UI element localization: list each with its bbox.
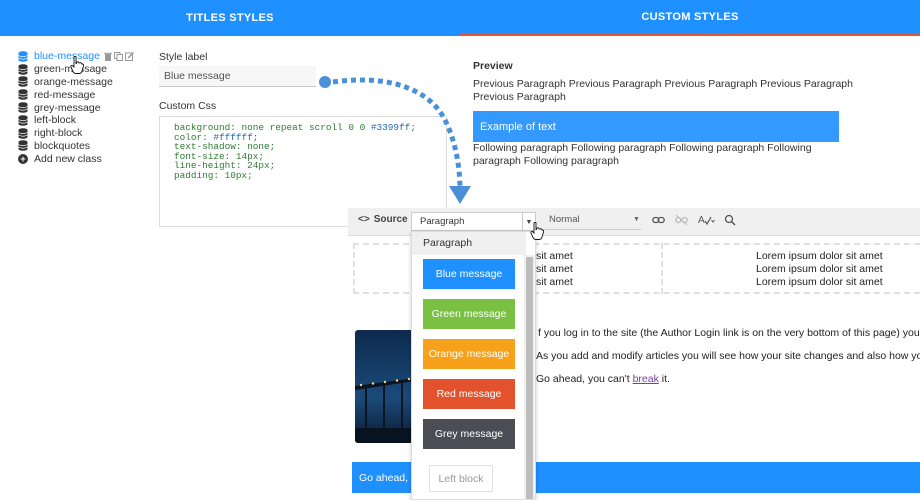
- class-item-right-block[interactable]: right-block: [18, 127, 134, 140]
- class-item-label: grey-message: [34, 101, 101, 114]
- link-icon[interactable]: [652, 214, 665, 226]
- add-new-class-button[interactable]: + Add new class: [18, 152, 134, 165]
- source-label: Source: [373, 214, 408, 225]
- paragraph-format-select[interactable]: Paragraph: [411, 212, 523, 231]
- database-icon: [18, 102, 28, 113]
- class-item-label: red-message: [34, 88, 96, 101]
- preview-title: Preview: [473, 60, 513, 72]
- dropdown-item-orange-message[interactable]: Orange message: [423, 339, 515, 369]
- chevron-down-icon: ▼: [633, 216, 640, 223]
- database-icon: [18, 140, 28, 152]
- hand-pointer-icon: [530, 222, 544, 240]
- dropdown-item-red-message[interactable]: Red message: [423, 379, 515, 409]
- edit-icon[interactable]: [124, 51, 134, 61]
- break-link[interactable]: break: [633, 373, 659, 385]
- database-icon: [18, 63, 28, 75]
- search-replace-icon[interactable]: [724, 214, 736, 226]
- class-item-label: blockquotes: [34, 139, 91, 152]
- article-line-3: Go ahead, you can't break it.: [536, 373, 670, 385]
- class-item-orange-message[interactable]: orange-message: [18, 76, 134, 89]
- style-label-input[interactable]: [159, 66, 316, 87]
- bridge-photo: [355, 330, 415, 443]
- plus-circle-icon: +: [18, 153, 28, 164]
- class-item-red-message[interactable]: red-message: [18, 88, 134, 101]
- tab-bar: TITLES STYLES CUSTOM STYLES: [0, 0, 920, 36]
- item-actions: [103, 51, 134, 61]
- class-item-blockquotes[interactable]: blockquotes: [18, 140, 134, 153]
- preview-example-box: Example of text: [473, 111, 839, 142]
- tab-custom-styles[interactable]: CUSTOM STYLES: [460, 0, 920, 36]
- table-cell-right: Lorem ipsum dolor sit amet Lorem ipsum do…: [756, 250, 883, 288]
- class-item-grey-message[interactable]: grey-message: [18, 101, 134, 114]
- custom-css-title: Custom Css: [159, 100, 217, 112]
- dropdown-item-blue-message[interactable]: Blue message: [423, 259, 515, 289]
- database-icon: [18, 127, 28, 139]
- source-button[interactable]: <> Source: [358, 214, 408, 225]
- dropdown-scroll-thumb[interactable]: [526, 257, 533, 499]
- preview-following-paragraph: Following paragraph Following paragraph …: [473, 142, 812, 167]
- svg-text:A: A: [698, 215, 705, 226]
- unlink-icon[interactable]: [675, 214, 688, 226]
- dropdown-item-paragraph[interactable]: Paragraph: [412, 232, 526, 255]
- preview-previous-paragraph: Previous Paragraph Previous Paragraph Pr…: [473, 78, 853, 103]
- database-icon: [18, 76, 28, 88]
- class-item-label: blue-message: [34, 50, 100, 63]
- hand-pointer-icon: [70, 56, 84, 74]
- dropdown-item-left-block[interactable]: Left block: [429, 465, 493, 492]
- database-icon: [18, 51, 28, 62]
- css-line: padding: 10px;: [174, 169, 253, 181]
- class-item-label: orange-message: [34, 75, 113, 88]
- class-item-label: left-block: [34, 114, 77, 127]
- tab-titles-styles[interactable]: TITLES STYLES: [0, 0, 460, 36]
- article-line-2: As you add and modify articles you will …: [536, 350, 920, 362]
- code-icon: <>: [358, 214, 370, 225]
- copy-icon[interactable]: [113, 51, 123, 61]
- add-new-class-label: Add new class: [34, 152, 102, 165]
- trash-icon[interactable]: [103, 52, 112, 61]
- editor-table-divider: [661, 243, 663, 294]
- font-size-select[interactable]: Normal: [541, 214, 641, 230]
- style-label-title: Style label: [159, 51, 208, 63]
- article-line-1: f you log in to the site (the Author Log…: [538, 327, 920, 339]
- dropdown-item-green-message[interactable]: Green message: [423, 299, 515, 329]
- table-cell-left: sit amet sit amet sit amet: [536, 250, 573, 288]
- class-item-label: right-block: [34, 127, 83, 140]
- database-icon: [18, 89, 28, 101]
- database-icon: [18, 115, 28, 126]
- dropdown-item-grey-message[interactable]: Grey message: [423, 419, 515, 449]
- paragraph-format-dropdown: Paragraph Blue message Green message Ora…: [411, 231, 536, 500]
- spellcheck-icon[interactable]: A: [698, 214, 715, 226]
- class-item-left-block[interactable]: left-block: [18, 114, 134, 127]
